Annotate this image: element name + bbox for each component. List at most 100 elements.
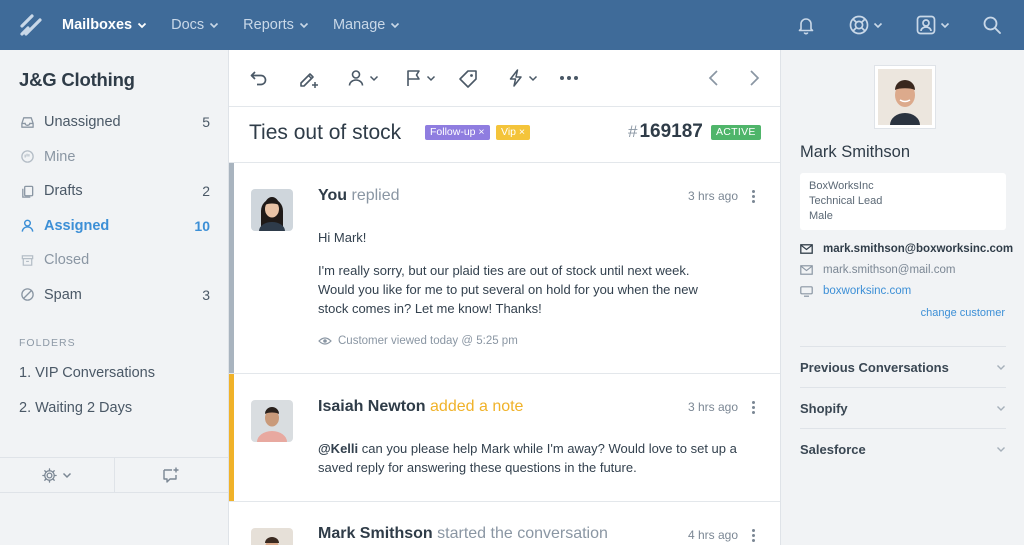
chevron-down-icon: [426, 75, 436, 82]
author-name: You: [318, 187, 348, 204]
section-label: Salesforce: [800, 441, 866, 457]
folder-label: Spam: [44, 286, 82, 303]
add-note-button[interactable]: [297, 68, 319, 90]
folder-mine[interactable]: Mine: [0, 140, 229, 175]
sidebar-footer: [0, 457, 228, 493]
mailbox-settings-button[interactable]: [0, 458, 114, 492]
nav-right-icons: [764, 0, 1024, 50]
thread-author: Isaiah Newton added a note: [318, 398, 523, 416]
primary-email[interactable]: mark.smithson@boxworksinc.com: [800, 243, 1013, 255]
inbox-icon: [20, 116, 34, 128]
tag-followup[interactable]: Follow-up ×: [425, 125, 490, 140]
chevron-down-icon: [528, 75, 538, 82]
customer-website[interactable]: boxworksinc.com: [800, 285, 911, 297]
search-button[interactable]: [982, 15, 1002, 35]
bell-icon: [798, 18, 814, 35]
conversation-subject[interactable]: Ties out of stock: [249, 121, 401, 145]
mailbox-sidebar: J&G Clothing Unassigned 5 Mine Drafts 2 …: [0, 50, 229, 545]
hand-icon: [20, 150, 34, 164]
person-icon: [21, 219, 33, 232]
nav-docs[interactable]: Docs: [171, 17, 219, 33]
customer-avatar: [875, 66, 935, 128]
more-actions-button[interactable]: [559, 75, 579, 81]
folder-label: Unassigned: [44, 114, 121, 131]
custom-folder-vip[interactable]: 1. VIP Conversations: [19, 365, 155, 381]
nav-reports[interactable]: Reports: [243, 17, 309, 33]
customer-photo: [878, 69, 932, 125]
agent-photo: [251, 189, 293, 231]
folder-assigned[interactable]: Assigned 10: [0, 209, 229, 244]
mailbox-title[interactable]: J&G Clothing: [19, 69, 135, 91]
next-conversation-button[interactable]: [747, 69, 761, 87]
nav-reports-label: Reports: [243, 17, 294, 33]
folder-closed[interactable]: Closed: [0, 243, 229, 278]
thread-time: 4 hrs ago: [688, 528, 739, 542]
folder-unassigned[interactable]: Unassigned 5: [0, 105, 229, 140]
tag-button[interactable]: [457, 68, 479, 90]
folder-spam[interactable]: Spam 3: [0, 278, 229, 313]
avatar: [251, 528, 293, 545]
thread-time: 3 hrs ago: [688, 189, 739, 203]
website-link: boxworksinc.com: [823, 285, 912, 297]
thread-note: Isaiah Newton added a note 3 hrs ago @Ke…: [229, 374, 780, 502]
ellipsis-icon: [560, 76, 578, 80]
customer-gender: Male: [809, 210, 833, 222]
profile-menu-button[interactable]: [915, 14, 950, 36]
assign-button[interactable]: [347, 68, 379, 88]
chevron-down-icon: [137, 22, 147, 29]
thread-menu-button[interactable]: [748, 529, 758, 542]
note-marker: [229, 374, 234, 501]
status-button[interactable]: [404, 68, 436, 88]
chevron-down-icon: [391, 22, 400, 29]
chevron-down-icon: [873, 22, 883, 29]
previous-conversation-button[interactable]: [707, 69, 721, 87]
customer-name[interactable]: Mark Smithson: [800, 143, 910, 162]
tag-vip[interactable]: Vip ×: [496, 125, 531, 140]
person-icon: [348, 70, 364, 86]
folder-list: Unassigned 5 Mine Drafts 2 Assigned 10 C…: [0, 105, 229, 312]
mention[interactable]: @Kelli: [318, 441, 358, 456]
section-shopify[interactable]: Shopify: [800, 387, 1006, 428]
workflow-button[interactable]: [506, 68, 538, 88]
folder-label: Assigned: [44, 217, 110, 234]
notifications-button[interactable]: [796, 15, 816, 35]
change-customer-link[interactable]: change customer: [921, 307, 1005, 319]
flag-icon: [407, 70, 420, 86]
thread-menu-button[interactable]: [748, 401, 758, 414]
new-conversation-button[interactable]: [113, 458, 229, 492]
section-previous-conversations[interactable]: Previous Conversations: [800, 346, 1006, 387]
secondary-email[interactable]: mark.smithson@mail.com: [800, 264, 955, 276]
chevron-down-icon: [369, 75, 379, 82]
viewed-status: Customer viewed today @ 5:25 pm: [318, 335, 518, 347]
monitor-icon: [800, 285, 813, 297]
tag-icon: [459, 70, 477, 88]
undo-icon: [250, 71, 267, 86]
new-chat-icon: [163, 467, 179, 483]
conversation-pane: Ties out of stock Follow-up × Vip × #169…: [229, 50, 781, 545]
chevron-left-icon: [708, 70, 718, 86]
section-label: Shopify: [800, 400, 848, 416]
section-label: Previous Conversations: [800, 359, 949, 375]
user-profile-icon: [916, 15, 936, 35]
folder-drafts[interactable]: Drafts 2: [0, 174, 229, 209]
agent-photo: [251, 400, 293, 442]
nav-manage[interactable]: Manage: [333, 17, 400, 33]
chevron-down-icon: [299, 22, 309, 29]
thread-customer: Mark Smithson started the conversation 4…: [229, 502, 780, 545]
nav-mailboxes[interactable]: Mailboxes: [62, 17, 147, 33]
avatar: [251, 189, 293, 231]
thread-action: started the conversation: [437, 525, 608, 542]
thread-greeting: Hi Mark!: [318, 230, 367, 245]
status-badge[interactable]: ACTIVE: [711, 125, 761, 140]
section-salesforce[interactable]: Salesforce: [800, 428, 1006, 469]
folder-label: Mine: [44, 148, 76, 165]
help-menu-button[interactable]: [848, 14, 883, 36]
app-logo[interactable]: [0, 0, 62, 50]
thread-menu-button[interactable]: [748, 190, 758, 203]
hash-symbol: #: [628, 122, 638, 141]
search-icon: [983, 16, 1001, 34]
customer-photo: [251, 528, 293, 545]
top-nav: Mailboxes Docs Reports Manage: [0, 0, 1024, 50]
undo-button[interactable]: [249, 68, 269, 88]
custom-folder-waiting[interactable]: 2. Waiting 2 Days: [19, 400, 132, 416]
